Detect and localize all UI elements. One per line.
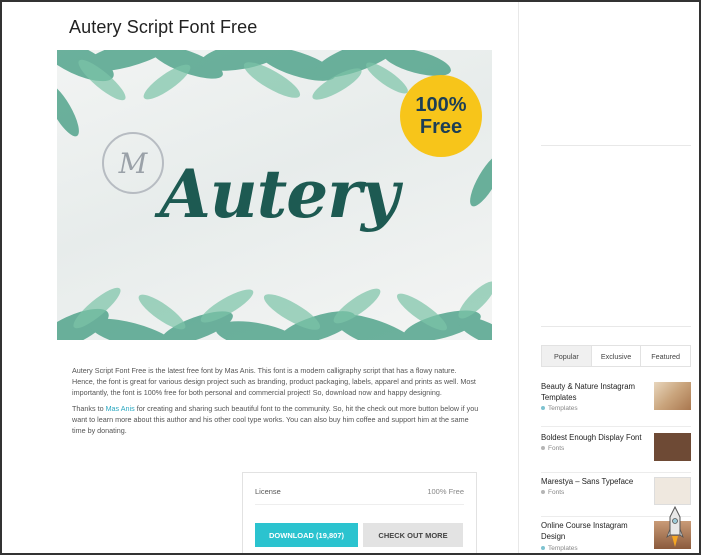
tab-exclusive[interactable]: Exclusive (591, 346, 642, 366)
author-link[interactable]: Mas Anis (106, 404, 135, 413)
main-content: Autery Script Font Free M Autery 100% Fr… (57, 0, 497, 555)
license-row: License 100% Free (255, 487, 464, 505)
post-title[interactable]: Boldest Enough Display Font (541, 433, 649, 444)
description-paragraph-2: Thanks to Mas Anis for creating and shar… (72, 403, 480, 437)
tab-featured[interactable]: Featured (641, 346, 691, 366)
hero-font-name: Autery (159, 155, 400, 233)
post-category[interactable]: Fonts (541, 489, 564, 496)
description-paragraph-1: Autery Script Font Free is the latest fr… (72, 366, 476, 398)
sidebar-divider (518, 2, 519, 553)
badge-percent: 100% (415, 94, 467, 116)
post-category[interactable]: Templates (541, 405, 578, 412)
license-value: 100% Free (427, 487, 464, 496)
post-thumbnail[interactable] (654, 382, 691, 410)
post-title[interactable]: Online Course Instagram Design (541, 521, 649, 542)
sidebar-separator (541, 326, 691, 327)
post-title[interactable]: Marestya – Sans Typeface (541, 477, 649, 488)
page-title: Autery Script Font Free (69, 17, 258, 37)
free-badge: 100% Free (400, 75, 482, 157)
check-out-more-button[interactable]: CHECK OUT MORE (363, 523, 463, 547)
list-item[interactable]: Boldest Enough Display Font Fonts (541, 427, 691, 473)
post-category[interactable]: Fonts (541, 445, 564, 452)
download-button[interactable]: DOWNLOAD (19,807) (255, 523, 358, 547)
sidebar-separator (541, 145, 691, 146)
download-box: License 100% Free DOWNLOAD (19,807) CHEC… (242, 472, 477, 555)
scroll-to-top-icon[interactable] (666, 505, 684, 549)
hero-image: M Autery 100% Free (57, 50, 492, 340)
license-label: License (255, 487, 281, 496)
description: Autery Script Font Free is the latest fr… (72, 365, 480, 440)
post-thumbnail[interactable] (654, 433, 691, 461)
tab-popular[interactable]: Popular (542, 346, 592, 366)
description-text: Thanks to (72, 403, 106, 413)
post-thumbnail[interactable] (654, 477, 691, 505)
sidebar-tabs: Popular Exclusive Featured (541, 345, 691, 367)
badge-free: Free (419, 116, 463, 138)
post-category[interactable]: Templates (541, 545, 578, 552)
list-item[interactable]: Beauty & Nature Instagram Templates Temp… (541, 379, 691, 427)
post-title[interactable]: Beauty & Nature Instagram Templates (541, 382, 649, 403)
